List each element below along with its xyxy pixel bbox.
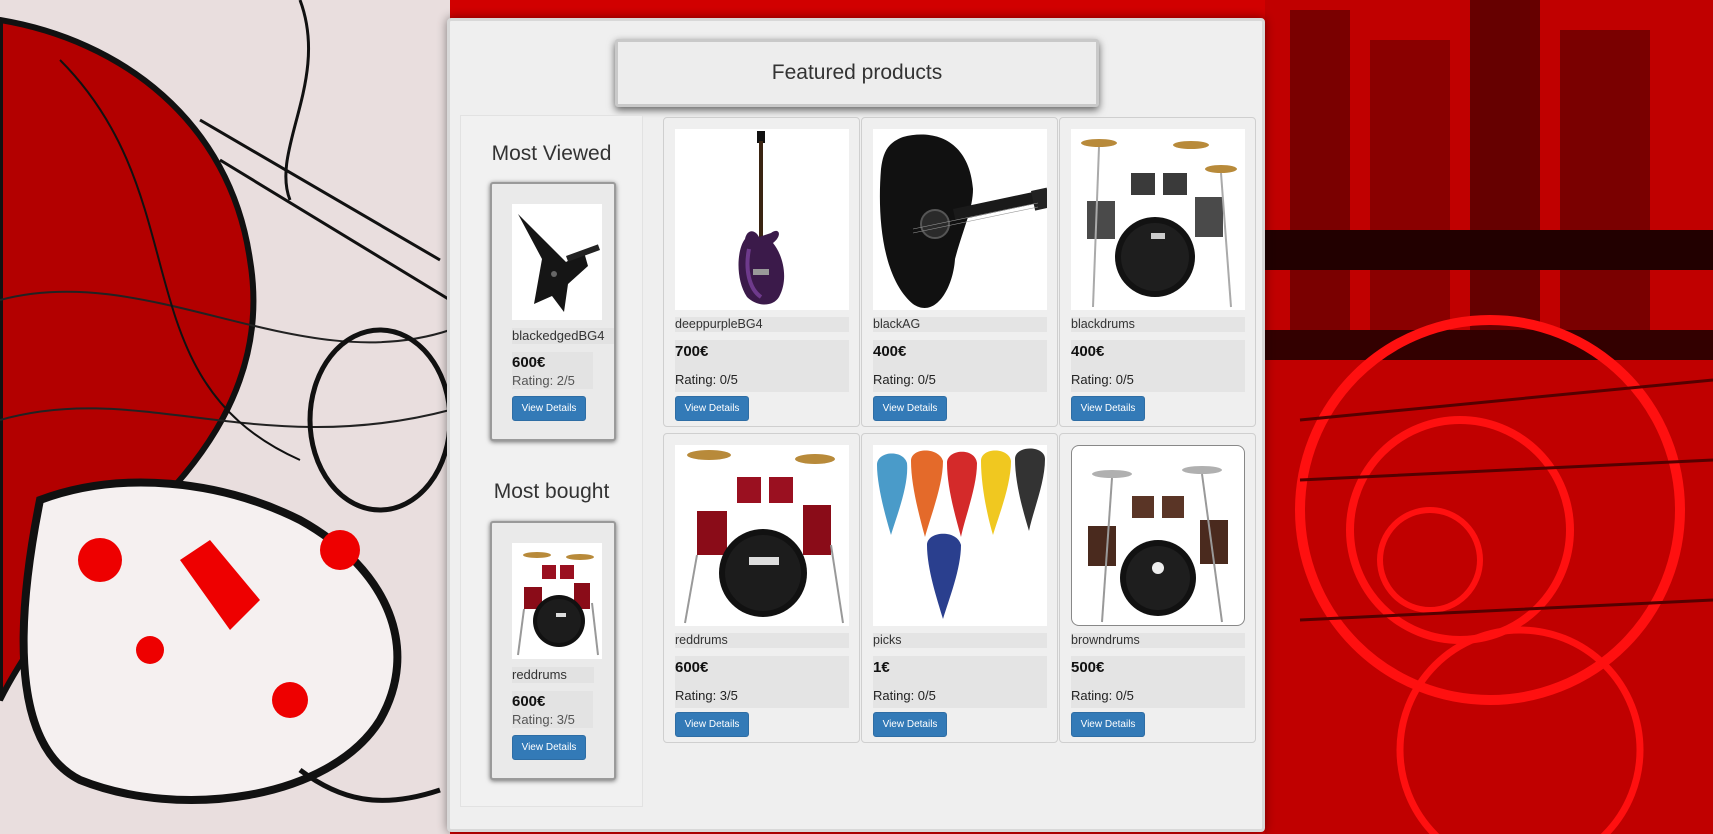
price-box: 400€ Rating: 0/5 (873, 340, 1047, 392)
product-price: 700€ (675, 343, 709, 360)
product-image-black-drum-kit[interactable] (1071, 129, 1245, 310)
view-details-button[interactable]: View Details (512, 735, 586, 760)
product-name: blackdrums (1071, 317, 1245, 332)
sidebar: Most Viewed blackedgedBG4 600€ Rating: 2… (460, 115, 643, 807)
product-price: 500€ (1071, 659, 1105, 676)
view-details-button[interactable]: View Details (675, 712, 749, 737)
product-image-red-drum-kit[interactable] (512, 543, 602, 659)
product-image-guitar-picks[interactable] (873, 445, 1047, 626)
product-rating: Rating: 0/5 (1071, 372, 1134, 387)
view-details-button[interactable]: View Details (675, 396, 749, 421)
product-rating: Rating: 3/5 (675, 688, 738, 703)
view-details-button[interactable]: View Details (512, 396, 586, 421)
page-title: Featured products (615, 39, 1099, 107)
product-name: picks (873, 633, 1047, 648)
product-card: blackAG 400€ Rating: 0/5 View Details (861, 117, 1058, 427)
most-bought-title: Most bought (493, 480, 610, 503)
featured-panel: Featured products Most Viewed blackedged… (447, 18, 1265, 832)
product-rating: Rating: 3/5 (512, 712, 575, 727)
most-viewed-title: Most Viewed (491, 142, 612, 165)
product-image-purple-bass-guitar[interactable] (675, 129, 849, 310)
product-name: blackedgedBG4 (512, 328, 614, 344)
product-price: 600€ (675, 659, 709, 676)
product-name: browndrums (1071, 633, 1245, 648)
product-price: 400€ (873, 343, 907, 360)
price-box: 1€ Rating: 0/5 (873, 656, 1047, 708)
product-card: picks 1€ Rating: 0/5 View Details (861, 433, 1058, 743)
product-image-red-drum-kit[interactable] (675, 445, 849, 626)
price-box: 400€ Rating: 0/5 (1071, 340, 1245, 392)
product-card: deeppurpleBG4 700€ Rating: 0/5 View Deta… (663, 117, 860, 427)
product-name: blackAG (873, 317, 1047, 332)
view-details-button[interactable]: View Details (1071, 396, 1145, 421)
price-box: 700€ Rating: 0/5 (675, 340, 849, 392)
product-rating: Rating: 0/5 (1071, 688, 1134, 703)
most-viewed-card: blackedgedBG4 600€ Rating: 2/5 View Deta… (490, 182, 616, 441)
view-details-button[interactable]: View Details (1071, 712, 1145, 737)
product-price: 600€ (512, 354, 546, 371)
product-rating: Rating: 0/5 (873, 688, 936, 703)
product-rating: Rating: 0/5 (675, 372, 738, 387)
price-box: 600€ Rating: 2/5 (512, 352, 593, 389)
product-name: reddrums (675, 633, 849, 648)
product-name: reddrums (512, 667, 594, 683)
price-box: 500€ Rating: 0/5 (1071, 656, 1245, 708)
product-image-brown-drum-kit[interactable] (1071, 445, 1245, 626)
most-bought-card: reddrums 600€ Rating: 3/5 View Details (490, 521, 616, 780)
view-details-button[interactable]: View Details (873, 396, 947, 421)
product-name: deeppurpleBG4 (675, 317, 849, 332)
product-image-black-acoustic-guitar[interactable] (873, 129, 1047, 310)
product-rating: Rating: 0/5 (873, 372, 936, 387)
product-card: blackdrums 400€ Rating: 0/5 View Details (1059, 117, 1256, 427)
price-box: 600€ Rating: 3/5 (512, 691, 593, 728)
product-card: reddrums 600€ Rating: 3/5 View Details (663, 433, 860, 743)
product-card: browndrums 500€ Rating: 0/5 View Details (1059, 433, 1256, 743)
product-image-black-bass-guitar[interactable] (512, 204, 602, 320)
price-box: 600€ Rating: 3/5 (675, 656, 849, 708)
product-price: 1€ (873, 659, 890, 676)
view-details-button[interactable]: View Details (873, 712, 947, 737)
product-rating: Rating: 2/5 (512, 373, 575, 388)
product-price: 400€ (1071, 343, 1105, 360)
product-price: 600€ (512, 693, 546, 710)
